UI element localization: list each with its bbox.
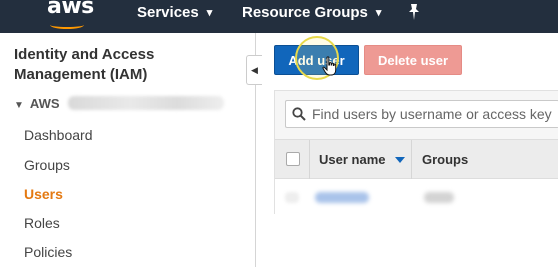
chevron-down-icon: ▾ xyxy=(375,7,382,19)
user-name-link-redacted[interactable] xyxy=(315,192,369,203)
sidebar-item-groups[interactable]: Groups xyxy=(24,157,70,173)
top-navigation-bar: aws Services ▾ Resource Groups ▾ xyxy=(0,0,558,33)
column-header-user-name[interactable]: User name xyxy=(319,152,385,167)
sidebar-item-users[interactable]: Users xyxy=(24,186,63,202)
chevron-down-icon: ▾ xyxy=(206,7,213,19)
account-id-redacted xyxy=(68,96,224,110)
sidebar-item-dashboard[interactable]: Dashboard xyxy=(24,127,93,143)
services-label: Services xyxy=(137,4,199,21)
resource-groups-menu[interactable]: Resource Groups ▾ xyxy=(242,4,381,21)
services-menu[interactable]: Services ▾ xyxy=(137,4,212,21)
table-header: User name Groups xyxy=(275,139,558,180)
search-box[interactable] xyxy=(285,100,558,128)
select-all-checkbox[interactable] xyxy=(286,152,300,166)
sidebar: Identity and Access Management (IAM) ▼ AW… xyxy=(0,33,256,267)
aws-logo[interactable]: aws xyxy=(47,0,94,19)
delete-user-button[interactable]: Delete user xyxy=(364,45,462,75)
column-divider xyxy=(411,140,412,180)
sidebar-title: Identity and Access Management (IAM) xyxy=(14,46,155,83)
sidebar-item-roles[interactable]: Roles xyxy=(24,215,60,231)
sidebar-item-policies[interactable]: Policies xyxy=(24,244,72,260)
search-input[interactable] xyxy=(312,102,557,126)
aws-logo-smile xyxy=(50,21,84,29)
column-header-groups[interactable]: Groups xyxy=(422,152,468,167)
users-table: User name Groups xyxy=(274,90,558,215)
groups-value-redacted xyxy=(424,192,454,203)
sort-descending-icon[interactable] xyxy=(395,157,405,163)
account-label: AWS xyxy=(29,96,60,111)
resource-groups-label: Resource Groups xyxy=(242,4,368,21)
triangle-down-icon: ▼ xyxy=(14,100,24,111)
column-divider xyxy=(309,140,310,180)
row-checkbox[interactable] xyxy=(285,192,299,203)
table-row xyxy=(275,179,558,215)
account-toggle[interactable]: ▼ AWS xyxy=(14,96,60,111)
pin-icon[interactable] xyxy=(407,3,421,21)
search-icon xyxy=(292,107,306,121)
hand-cursor-icon xyxy=(322,56,337,76)
